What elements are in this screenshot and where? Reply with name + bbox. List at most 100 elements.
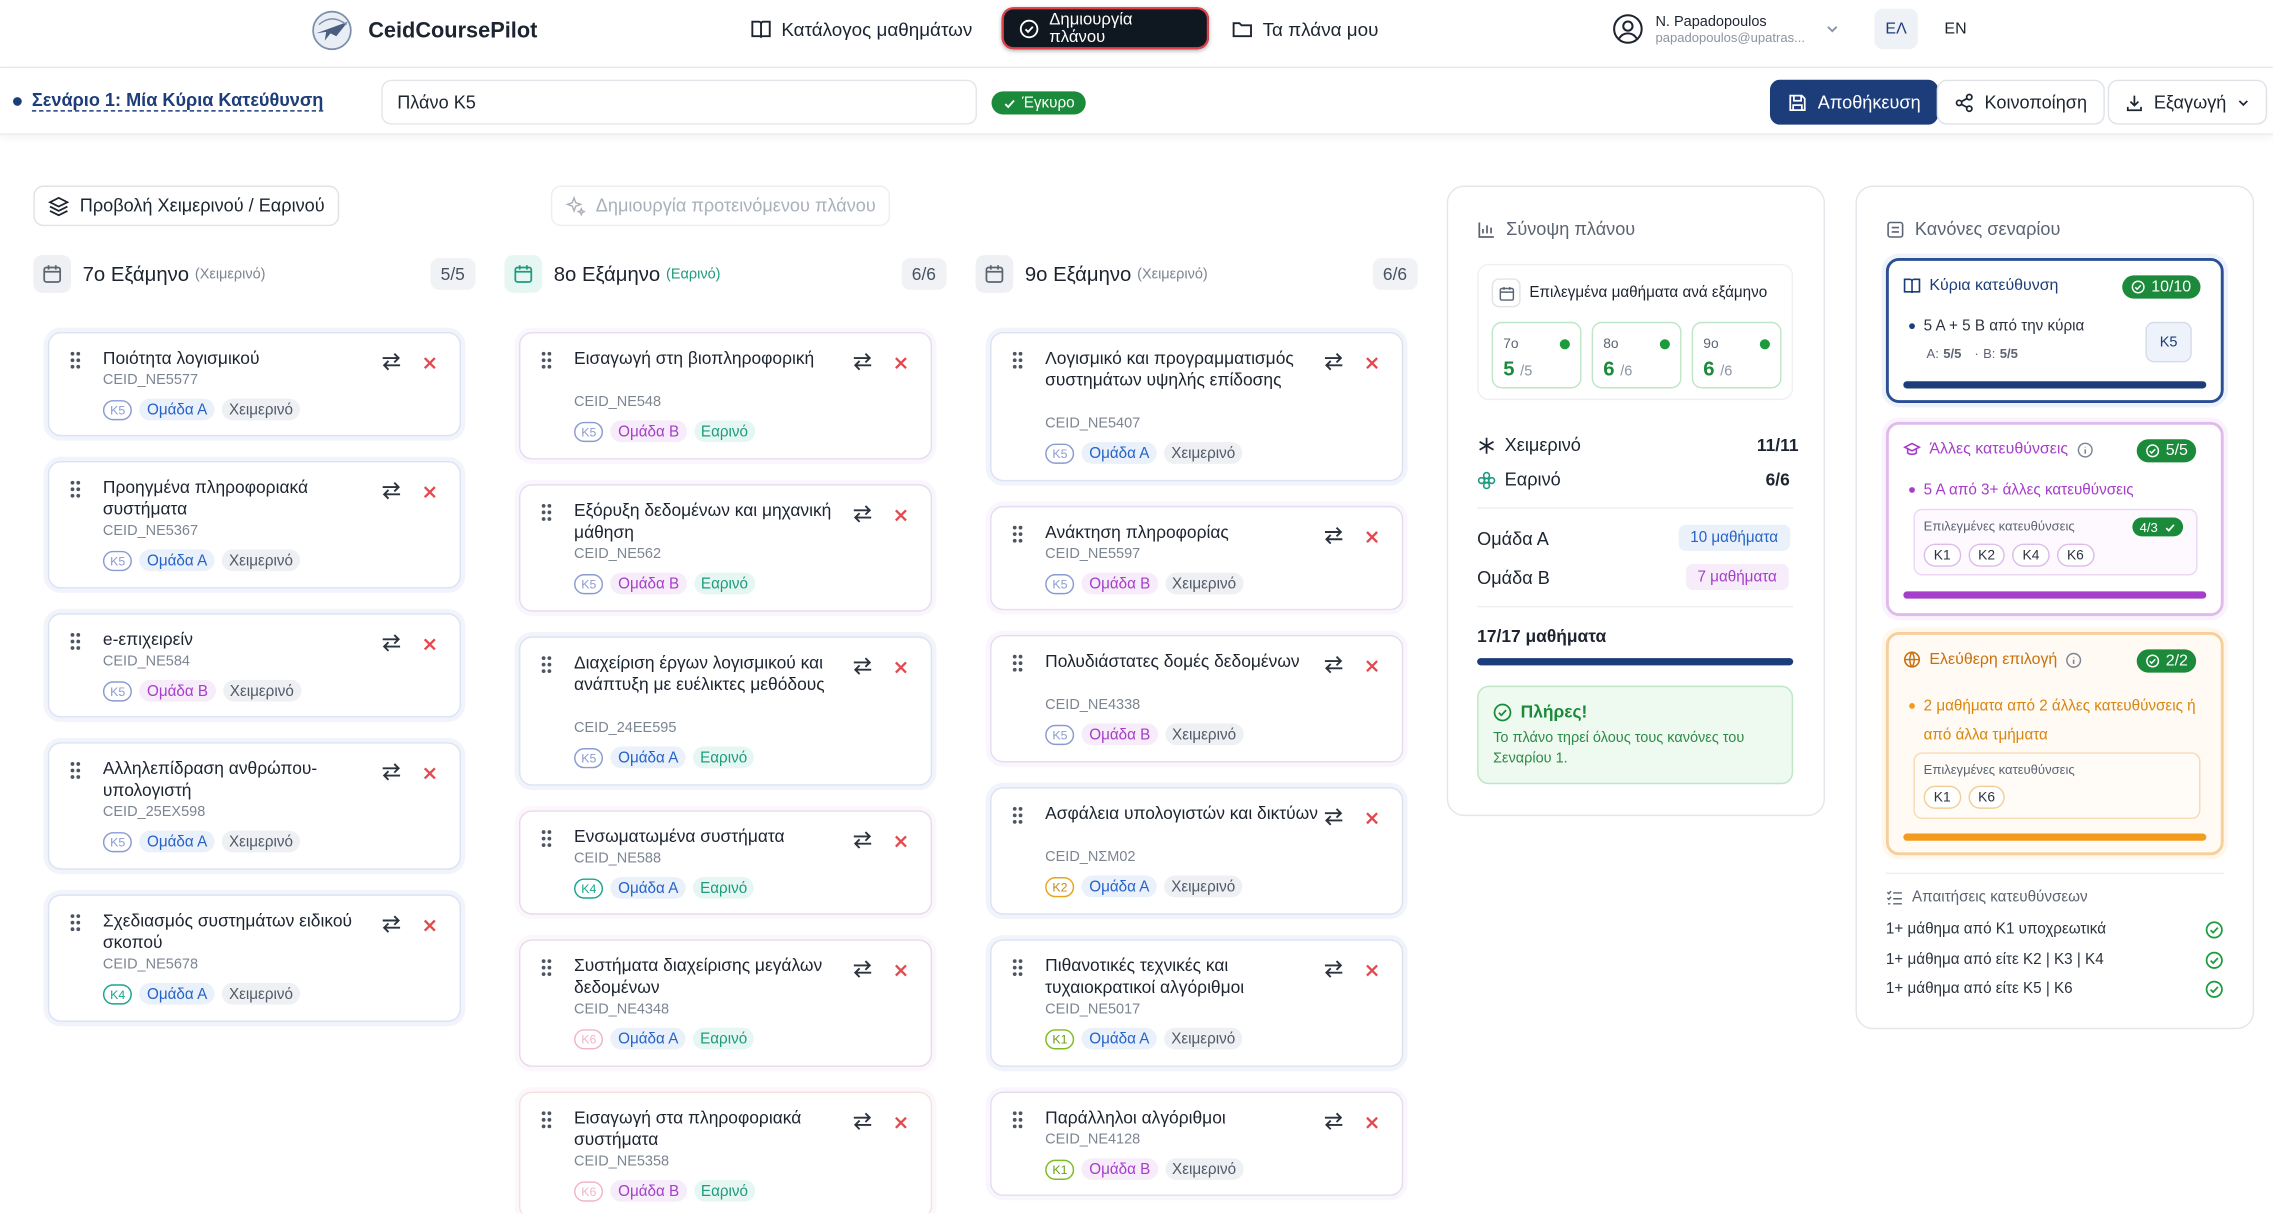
swap-icon[interactable] — [1323, 807, 1343, 833]
semester-count: 6/6 — [1372, 258, 1418, 290]
course-card[interactable]: Ασφάλεια υπολογιστών και δικτύων CEID_ΝΣ… — [990, 787, 1404, 915]
swap-icon[interactable] — [852, 960, 872, 986]
course-card[interactable]: Ποιότητα λογισμικού CEID_NE5577 K5 Ομάδα… — [47, 331, 461, 437]
share-button[interactable]: Κοινοποίηση — [1936, 79, 2105, 125]
remove-icon[interactable] — [893, 831, 909, 857]
remove-icon[interactable] — [893, 352, 909, 378]
export-button[interactable]: Εξαγωγή — [2107, 79, 2268, 125]
drag-handle-icon[interactable] — [70, 761, 82, 787]
course-card[interactable]: Πιθανοτικές τεχνικές και τυχαιοκρατικοί … — [990, 939, 1404, 1067]
remove-icon[interactable] — [1364, 960, 1380, 986]
remove-icon[interactable] — [893, 504, 909, 530]
drag-handle-icon[interactable] — [70, 913, 82, 939]
swap-icon[interactable] — [852, 352, 872, 378]
nav-my-plans[interactable]: Τα πλάνα μου — [1215, 9, 1396, 50]
lang-en[interactable]: EN — [1934, 9, 1977, 50]
swap-icon[interactable] — [381, 352, 401, 378]
drag-handle-icon[interactable] — [541, 503, 553, 529]
swap-icon[interactable] — [381, 915, 401, 941]
rule-free-sel-label: Επιλεγμένες κατευθύνσεις — [1923, 762, 2075, 777]
semester-count: 6/6 — [901, 258, 947, 290]
course-code: CEID_25EX598 — [102, 804, 206, 821]
drag-handle-icon[interactable] — [541, 655, 553, 681]
winter-label: Χειμερινό — [1504, 434, 1581, 456]
remove-icon[interactable] — [422, 352, 438, 378]
swap-icon[interactable] — [852, 831, 872, 857]
drag-handle-icon[interactable] — [1012, 525, 1024, 551]
requirements-title: Απαιτήσεις κατευθύνσεων — [1886, 889, 2088, 906]
remove-icon[interactable] — [893, 960, 909, 986]
swap-icon[interactable] — [1323, 1112, 1343, 1138]
divider — [1885, 872, 2224, 875]
swap-icon[interactable] — [852, 657, 872, 683]
info-icon[interactable] — [2066, 652, 2082, 668]
course-card[interactable]: Ενσωματωμένα συστήματα CEID_NE588 K4 Ομά… — [518, 810, 933, 915]
view-toggle-button[interactable]: Προβολή Χειμερινού / Εαρινού — [33, 185, 340, 227]
drag-handle-icon[interactable] — [541, 958, 553, 984]
drag-handle-icon[interactable] — [1012, 1110, 1024, 1136]
course-card[interactable]: Διαχείριση έργων λογισμικού και ανάπτυξη… — [518, 636, 933, 786]
direction-tag: K5 — [1045, 724, 1075, 745]
drag-handle-icon[interactable] — [1012, 351, 1024, 377]
course-card[interactable]: Εξόρυξη δεδομένων και μηχανική μάθηση CE… — [518, 484, 933, 612]
course-card[interactable]: Παράλληλοι αλγόριθμοι CEID_NE4128 K1 Ομά… — [990, 1091, 1404, 1196]
swap-icon[interactable] — [381, 762, 401, 788]
swap-icon[interactable] — [381, 481, 401, 507]
course-card[interactable]: Αλληλεπίδραση ανθρώπου-υπολογιστή CEID_2… — [47, 742, 461, 870]
swap-icon[interactable] — [852, 504, 872, 530]
drag-handle-icon[interactable] — [541, 1110, 553, 1136]
swap-icon[interactable] — [1323, 960, 1343, 986]
course-card[interactable]: e-επιχειρείν CEID_NE584 K5 Ομάδα Β Χειμε… — [47, 613, 461, 718]
info-icon[interactable] — [2077, 441, 2093, 457]
course-card[interactable]: Λογισμικό και προγραμματισμός συστημάτων… — [990, 331, 1404, 482]
swap-icon[interactable] — [1323, 655, 1343, 681]
drag-handle-icon[interactable] — [1012, 806, 1024, 832]
suggest-plan-button[interactable]: Δημιουργία προτεινόμενου πλάνου — [550, 185, 891, 227]
swap-icon[interactable] — [1323, 526, 1343, 552]
swap-icon[interactable] — [1323, 352, 1343, 378]
user-menu[interactable]: N. Papadopoulos papadopoulos@upatras... — [1612, 9, 1858, 50]
check-circle-icon — [2205, 980, 2224, 1006]
drag-handle-icon[interactable] — [541, 351, 553, 377]
drag-handle-icon[interactable] — [1012, 654, 1024, 680]
drag-handle-icon[interactable] — [70, 480, 82, 506]
remove-icon[interactable] — [1364, 526, 1380, 552]
direction-tag: K5 — [102, 831, 133, 852]
nav-create-plan[interactable]: Δημιουργία πλάνου — [1001, 7, 1209, 50]
drag-handle-icon[interactable] — [70, 632, 82, 658]
save-button[interactable]: Αποθήκευση — [1769, 79, 1939, 125]
scenario-selector[interactable]: Σενάριο 1: Μία Κύρια Κατεύθυνση — [13, 90, 324, 112]
course-card[interactable]: Προηγμένα πληροφοριακά συστήματα CEID_NE… — [47, 460, 461, 589]
remove-icon[interactable] — [1364, 1112, 1380, 1138]
course-card[interactable]: Συστήματα διαχείρισης μεγάλων δεδομένων … — [518, 939, 933, 1067]
plan-name-input[interactable] — [381, 79, 978, 125]
group-tag: Ομάδα Α — [139, 982, 215, 1005]
remove-icon[interactable] — [422, 762, 438, 788]
remove-icon[interactable] — [422, 481, 438, 507]
remove-icon[interactable] — [422, 633, 438, 659]
remove-icon[interactable] — [893, 657, 909, 683]
swap-icon[interactable] — [381, 633, 401, 659]
drag-handle-icon[interactable] — [541, 829, 553, 855]
course-card[interactable]: Εισαγωγή στη βιοπληροφορική CEID_NE548 K… — [518, 331, 933, 460]
remove-icon[interactable] — [422, 915, 438, 941]
drag-handle-icon[interactable] — [1012, 958, 1024, 984]
course-card[interactable]: Εισαγωγή στα πληροφοριακά συστήματα CEID… — [518, 1091, 933, 1214]
drag-handle-icon[interactable] — [70, 351, 82, 377]
remove-icon[interactable] — [1364, 807, 1380, 833]
swap-icon[interactable] — [852, 1112, 872, 1138]
logo[interactable]: CeidCoursePilot — [307, 6, 537, 55]
season-tag: Χειμερινό — [1164, 572, 1244, 595]
nav-myplans-label: Τα πλάνα μου — [1262, 18, 1379, 40]
remove-icon[interactable] — [1364, 352, 1380, 378]
lang-el[interactable]: ΕΛ — [1874, 8, 1918, 50]
remove-icon[interactable] — [1364, 655, 1380, 681]
course-card[interactable]: Πολυδιάστατες δομές δεδομένων CEID_NE433… — [990, 634, 1404, 763]
nav-catalog[interactable]: Κατάλογος μαθημάτων — [733, 9, 989, 50]
check-circle-icon — [2146, 444, 2160, 458]
rule-main-desc: 5 Α + 5 Β από την κύρια — [1909, 317, 2084, 335]
course-card[interactable]: Ανάκτηση πληροφορίας CEID_NE5597 K5 Ομάδ… — [990, 505, 1404, 611]
rule-other-desc: 5 Α από 3+ άλλες κατευθύνσεις — [1909, 481, 2134, 499]
remove-icon[interactable] — [893, 1112, 909, 1138]
course-card[interactable]: Σχεδιασμός συστημάτων ειδικού σκοπού CEI… — [47, 894, 461, 1022]
